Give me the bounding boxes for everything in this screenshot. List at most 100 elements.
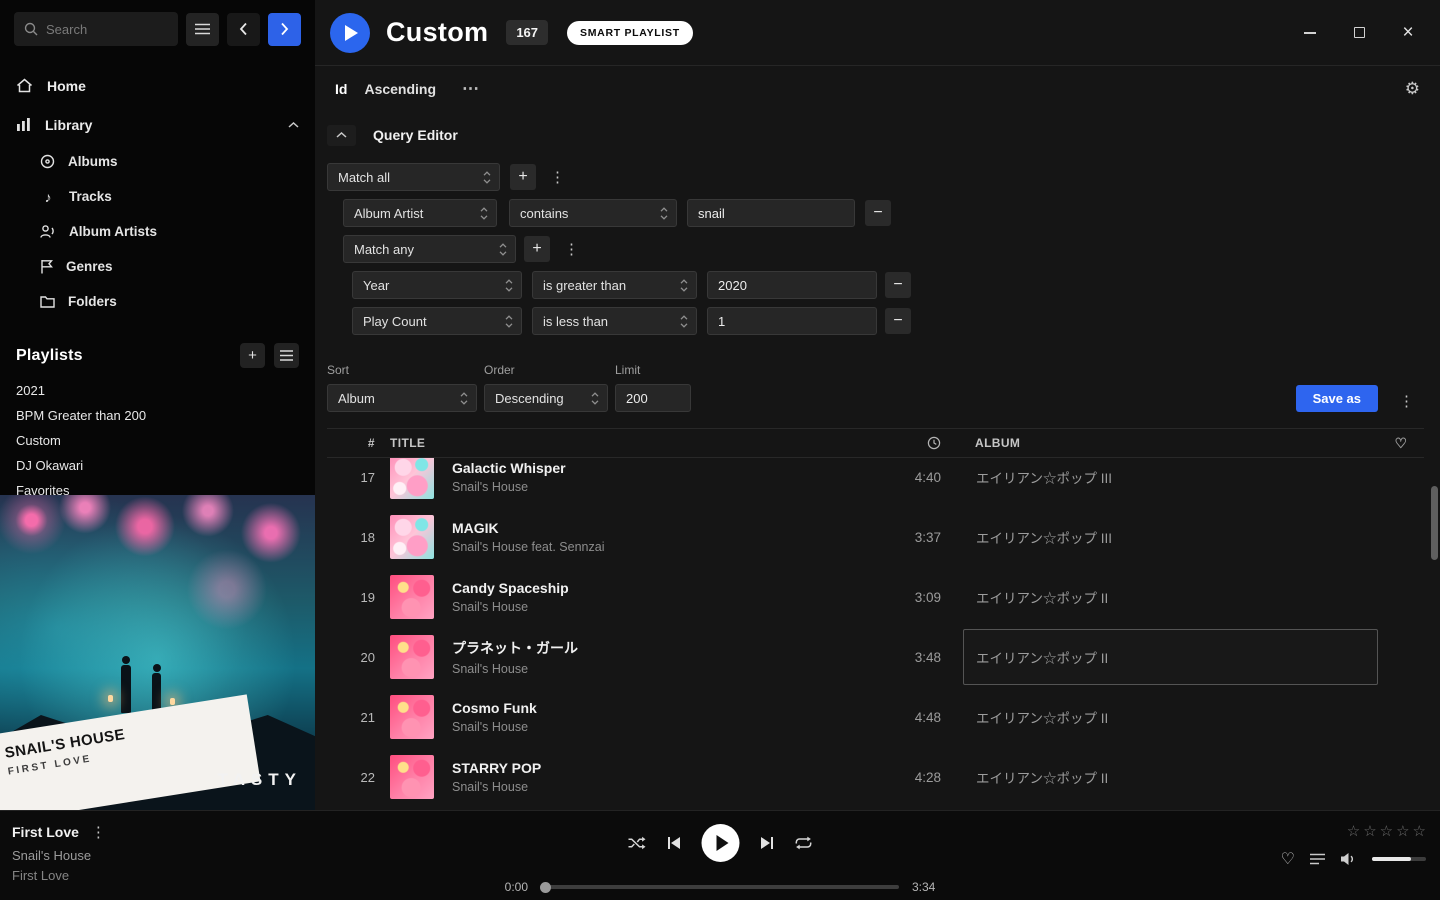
nav-back-button[interactable] <box>227 13 260 46</box>
add-playlist-button[interactable]: + <box>240 343 265 368</box>
star-rating[interactable]: ☆ ☆ ☆ ☆ ☆ <box>1347 822 1426 840</box>
now-playing-album: First Love <box>12 868 106 883</box>
volume-slider[interactable] <box>1372 857 1426 861</box>
query-menu-button[interactable]: ⋮ <box>1393 390 1420 412</box>
play-icon <box>345 25 358 41</box>
add-rule-button[interactable]: + <box>510 164 536 190</box>
value-input[interactable] <box>707 271 877 299</box>
star-icon[interactable]: ☆ <box>1363 822 1376 840</box>
playlist-item[interactable]: BPM Greater than 200 <box>16 403 299 428</box>
query-group-row: Match all + ⋮ <box>327 163 1420 191</box>
track-options-button[interactable]: ⋮ <box>91 823 106 841</box>
limit-input[interactable] <box>615 384 691 412</box>
match-select[interactable]: Match any <box>343 235 516 263</box>
group-menu-button[interactable]: ⋮ <box>544 166 571 188</box>
play-playlist-button[interactable] <box>330 13 370 53</box>
track-row[interactable]: 17 Galactic Whisper Snail's House 4:40 エ… <box>327 458 1424 507</box>
sidebar-item-home[interactable]: Home <box>0 66 315 105</box>
sidebar-item-tracks[interactable]: ♪ Tracks <box>0 179 315 214</box>
sort-field-label[interactable]: Id <box>335 81 347 97</box>
column-album[interactable]: ALBUM <box>963 436 1378 450</box>
field-select[interactable]: Play Count <box>352 307 522 335</box>
scrollbar-thumb[interactable] <box>1431 486 1438 560</box>
track-row[interactable]: 22 STARRY POP Snail's House 4:28 エイリアン☆ポ… <box>327 747 1424 807</box>
order-select[interactable]: Descending <box>484 384 608 412</box>
window-controls: × <box>1302 25 1426 41</box>
repeat-icon <box>795 836 813 850</box>
sort-direction-label[interactable]: Ascending <box>364 81 436 97</box>
track-row[interactable]: 19 Candy Spaceship Snail's House 3:09 エイ… <box>327 567 1424 627</box>
search-box[interactable] <box>14 12 178 46</box>
settings-button[interactable]: ⚙ <box>1405 79 1420 99</box>
nav-forward-button[interactable] <box>268 13 301 46</box>
plus-icon: + <box>248 347 257 364</box>
remove-rule-button[interactable]: − <box>885 272 911 298</box>
track-row[interactable]: 20 プラネット・ガール Snail's House 3:48 エイリアン☆ポッ… <box>327 627 1424 687</box>
sidebar-item-album-artists[interactable]: Album Artists <box>0 214 315 249</box>
match-select[interactable]: Match all <box>327 163 500 191</box>
sidebar-item-albums[interactable]: Albums <box>0 144 315 179</box>
favorite-button[interactable]: ♡ <box>1281 849 1295 869</box>
playlist-item[interactable]: DJ Okawari <box>16 453 299 478</box>
cover-figure <box>121 665 131 713</box>
operator-select[interactable]: is greater than <box>532 271 697 299</box>
operator-select[interactable]: contains <box>509 199 677 227</box>
select-value: Play Count <box>363 314 499 329</box>
playlist-item[interactable]: Custom <box>16 428 299 453</box>
volume-button[interactable] <box>1340 852 1357 866</box>
sidebar-item-library[interactable]: Library <box>0 105 315 144</box>
shuffle-button[interactable] <box>628 836 647 850</box>
value-input[interactable] <box>687 199 855 227</box>
next-button[interactable] <box>761 836 774 850</box>
repeat-button[interactable] <box>795 836 813 850</box>
select-value: Album Artist <box>354 206 474 221</box>
track-row[interactable]: 18 MAGIK Snail's House feat. Sennzai 3:3… <box>327 507 1424 567</box>
remove-rule-button[interactable]: − <box>865 200 891 226</box>
menu-button[interactable] <box>186 13 219 46</box>
star-icon[interactable]: ☆ <box>1396 822 1409 840</box>
playlist-list: 2021 BPM Greater than 200 Custom DJ Okaw… <box>0 378 315 503</box>
playlist-menu-button[interactable] <box>274 343 299 368</box>
column-duration[interactable] <box>871 436 941 450</box>
album-thumbnail <box>390 575 434 619</box>
select-value: contains <box>520 206 654 221</box>
sidebar-item-folders[interactable]: Folders <box>0 284 315 319</box>
previous-button[interactable] <box>668 836 681 850</box>
maximize-button[interactable] <box>1351 25 1367 41</box>
field-select[interactable]: Album Artist <box>343 199 497 227</box>
select-arrows-icon <box>460 392 468 405</box>
previous-icon <box>668 836 681 850</box>
more-button[interactable]: ⋯ <box>462 79 479 99</box>
query-collapse-button[interactable] <box>327 125 356 146</box>
progress-thumb[interactable] <box>540 882 551 893</box>
star-icon[interactable]: ☆ <box>1347 822 1360 840</box>
save-as-button[interactable]: Save as <box>1296 385 1378 412</box>
add-rule-button[interactable]: + <box>524 236 550 262</box>
track-artist: Snail's House feat. Sennzai <box>452 540 871 554</box>
progress-bar[interactable] <box>541 885 899 889</box>
sidebar-item-genres[interactable]: Genres <box>0 249 315 284</box>
track-album[interactable]: エイリアン☆ポップ II <box>963 629 1378 685</box>
sort-select[interactable]: Album <box>327 384 477 412</box>
play-button[interactable] <box>702 824 740 862</box>
star-icon[interactable]: ☆ <box>1380 822 1393 840</box>
playlist-item[interactable]: 2021 <box>16 378 299 403</box>
queue-button[interactable] <box>1310 853 1325 865</box>
remove-rule-button[interactable]: − <box>885 308 911 334</box>
star-icon[interactable]: ☆ <box>1413 822 1426 840</box>
column-title[interactable]: TITLE <box>390 436 871 450</box>
minimize-button[interactable] <box>1302 25 1318 41</box>
search-input[interactable] <box>46 22 168 37</box>
close-button[interactable]: × <box>1400 25 1416 41</box>
sort-label: Sort <box>327 363 477 377</box>
value-input[interactable] <box>707 307 877 335</box>
track-row[interactable]: 21 Cosmo Funk Snail's House 4:48 エイリアン☆ポ… <box>327 687 1424 747</box>
chevron-up-icon[interactable] <box>288 122 299 128</box>
chevron-up-icon <box>336 132 347 138</box>
field-select[interactable]: Year <box>352 271 522 299</box>
group-menu-button[interactable]: ⋮ <box>558 238 585 260</box>
column-favorite[interactable]: ♡ <box>1378 435 1424 452</box>
operator-select[interactable]: is less than <box>532 307 697 335</box>
column-index[interactable]: # <box>327 436 375 450</box>
hamburger-icon <box>195 23 210 35</box>
